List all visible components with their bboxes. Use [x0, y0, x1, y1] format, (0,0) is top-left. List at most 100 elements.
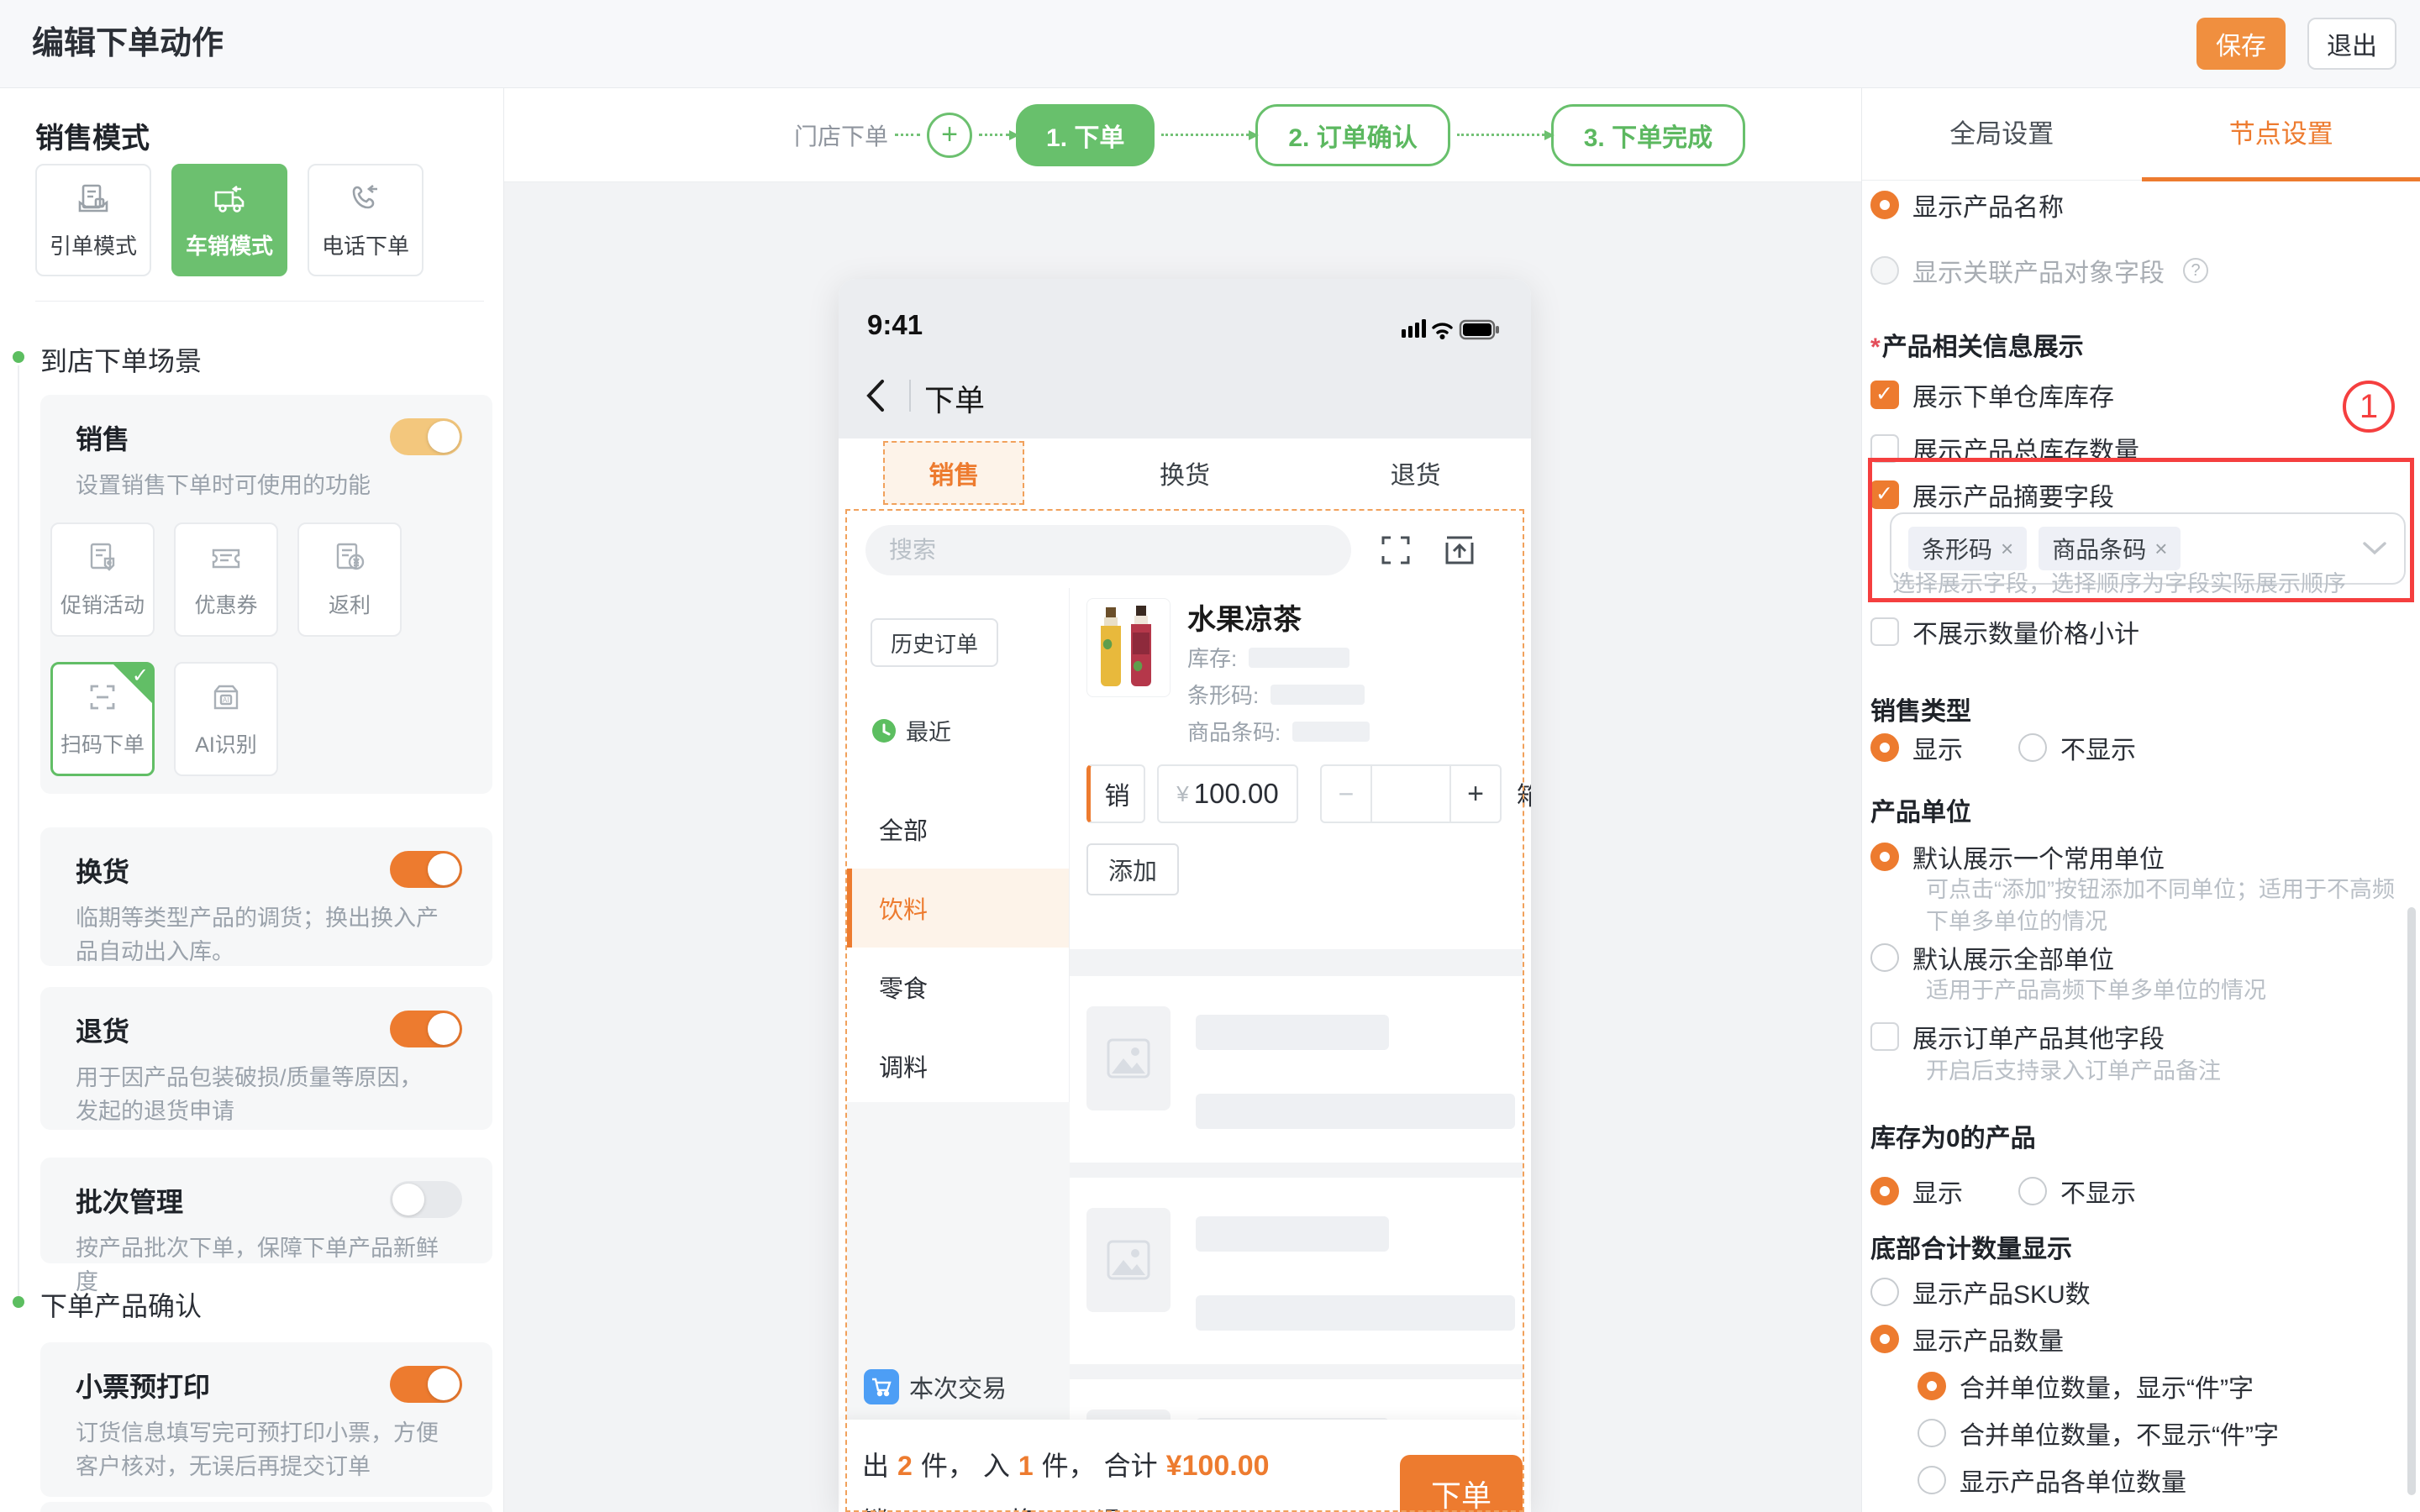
tab-exchange[interactable]: 换货 — [1070, 454, 1301, 491]
radio-unselected[interactable] — [1918, 1419, 1946, 1447]
radio-show-selected[interactable] — [1870, 733, 1899, 762]
radio-show-product-name[interactable]: 显示产品名称 — [1870, 186, 2064, 223]
recent-item[interactable]: 最近 — [871, 714, 951, 747]
panel-scrollbar-thumb[interactable] — [2407, 907, 2416, 1495]
tab-global-settings[interactable]: 全局设置 — [1862, 88, 2142, 180]
mode-phone-order-button[interactable]: 电话下单 — [308, 164, 424, 276]
receipt-toggle[interactable] — [390, 1366, 462, 1403]
checkbox-checked[interactable] — [1870, 480, 1899, 509]
quantity-input[interactable] — [1372, 764, 1449, 823]
settings-panel: 全局设置 节点设置 显示产品名称 显示关联产品对象字段 ? *产品相关信息展示 … — [1861, 88, 2420, 1512]
back-chevron-icon[interactable] — [864, 378, 886, 413]
search-input[interactable] — [865, 525, 1351, 575]
category-snacks[interactable]: 零食 — [847, 948, 1069, 1026]
feature-label: AI识别 — [195, 728, 257, 759]
currency-symbol: ¥ — [1176, 781, 1188, 807]
radio-disabled[interactable] — [1870, 256, 1899, 285]
radio-product-quantity[interactable]: 显示产品数量 — [1870, 1320, 2064, 1357]
radio-unselected[interactable] — [1870, 943, 1899, 972]
return-toggle[interactable] — [390, 1011, 462, 1047]
category-all[interactable]: 全部 — [847, 790, 1069, 869]
product-info-section-title: *产品相关信息展示 — [1870, 326, 2084, 363]
feature-promotion[interactable]: 促销活动 — [50, 522, 155, 637]
sale-toggle[interactable] — [390, 418, 462, 455]
checkbox-total-stock[interactable]: 展示产品总库存数量 — [1870, 430, 2139, 467]
flow-step-complete[interactable]: 3. 下单完成 — [1551, 104, 1745, 166]
radio-each-unit-quantity[interactable]: 显示产品各单位数量 — [1918, 1462, 2186, 1499]
add-unit-button[interactable]: 添加 — [1086, 843, 1179, 895]
exchange-desc: 临期等类型产品的调货；换出换入产品自动出入库。 — [76, 901, 450, 969]
text-placeholder — [1196, 1295, 1515, 1331]
radio-merge-hide-unit[interactable]: 合并单位数量，不显示“件”字 — [1918, 1415, 2279, 1452]
checkbox-unchecked[interactable] — [1870, 434, 1899, 463]
flow-dotted-arrow — [979, 134, 1009, 136]
tag-remove-icon[interactable]: × — [2001, 536, 2013, 562]
radio-unselected[interactable] — [1870, 1278, 1899, 1306]
checkbox-no-subtotal[interactable]: 不展示数量价格小计 — [1870, 613, 2139, 650]
quantity-stepper: − + — [1320, 764, 1502, 823]
status-time: 9:41 — [867, 309, 923, 341]
exit-button[interactable]: 退出 — [2307, 18, 2396, 70]
mode-lead-order-button[interactable]: 引单模式 — [35, 164, 151, 276]
tab-sale[interactable]: 销售 — [839, 441, 1070, 505]
radio-selected[interactable] — [1870, 843, 1899, 871]
radio-merge-show-unit[interactable]: 合并单位数量，显示“件”字 — [1918, 1368, 2254, 1404]
radio-show-related-field[interactable]: 显示关联产品对象字段 ? — [1870, 252, 2208, 289]
scan-barcode-icon[interactable] — [1376, 531, 1415, 570]
checkbox-other-fields[interactable]: 展示订单产品其他字段 — [1870, 1018, 2165, 1055]
radio-sku-count[interactable]: 显示产品SKU数 — [1870, 1273, 2091, 1310]
tag-product-code[interactable]: 商品条码× — [2039, 527, 2181, 570]
batch-toggle[interactable] — [390, 1181, 462, 1218]
help-icon[interactable]: ? — [2183, 258, 2208, 283]
radio-default-one-unit[interactable]: 默认展示一个常用单位 — [1870, 838, 2165, 875]
phone-preview: 9:41 下单 销售 换货 退货 历史订单 — [839, 279, 1531, 1512]
upload-icon[interactable] — [1440, 531, 1479, 570]
checkbox-checked[interactable] — [1870, 381, 1899, 409]
radio-all-units[interactable]: 默认展示全部单位 — [1870, 939, 2114, 976]
category-drinks[interactable]: 饮料 — [847, 869, 1069, 948]
radio-selected[interactable] — [1870, 191, 1899, 219]
current-transaction[interactable]: 本次交易 — [864, 1369, 1007, 1404]
rebate-icon — [332, 540, 367, 575]
feature-ai-recognition[interactable]: AI AI识别 — [174, 662, 278, 776]
radio-selected[interactable] — [1918, 1372, 1946, 1400]
category-column: 历史订单 最近 全部 饮料 零食 调料 本次交易 — [847, 588, 1070, 1512]
radio-unselected[interactable] — [1918, 1466, 1946, 1494]
tag-remove-icon[interactable]: × — [2154, 536, 2167, 562]
checkbox-unchecked[interactable] — [1870, 617, 1899, 646]
exchange-toggle[interactable] — [390, 851, 462, 888]
radio-hide[interactable] — [2018, 1177, 2047, 1205]
checkbox-summary-fields[interactable]: 展示产品摘要字段 — [1870, 476, 2114, 513]
radio-show-selected[interactable] — [1870, 1177, 1899, 1205]
radio-hide[interactable] — [2018, 733, 2047, 762]
tab-return[interactable]: 退货 — [1300, 454, 1531, 491]
add-step-button[interactable]: + — [927, 113, 972, 158]
feature-rebate[interactable]: 返利 — [297, 522, 402, 637]
price-input[interactable]: ¥ 100.00 — [1157, 764, 1298, 823]
flow-step-order[interactable]: 1. 下单 — [1016, 104, 1155, 166]
feature-coupon[interactable]: 优惠券 — [174, 522, 278, 637]
checkbox-unchecked[interactable] — [1870, 1022, 1899, 1051]
flow-step-confirm[interactable]: 2. 订单确认 — [1255, 104, 1449, 166]
tag-barcode[interactable]: 条形码× — [1908, 527, 2027, 570]
checkbox-order-warehouse-stock[interactable]: 展示下单仓库库存 — [1870, 376, 2114, 413]
place-order-button[interactable]: 下单 — [1400, 1455, 1523, 1512]
sales-type-section-title: 销售类型 — [1870, 690, 1971, 727]
radio-selected[interactable] — [1870, 1325, 1899, 1353]
history-orders-button[interactable]: 历史订单 — [871, 618, 998, 667]
feature-scan-order[interactable]: 扫码下单 — [50, 662, 155, 776]
plus-button[interactable]: + — [1449, 764, 1502, 823]
save-button[interactable]: 保存 — [2196, 18, 2286, 70]
minus-button[interactable]: − — [1320, 764, 1372, 823]
barcode-field: 条形码: — [1187, 679, 1365, 710]
category-seasoning[interactable]: 调料 — [847, 1026, 1069, 1105]
unit-dropdown[interactable]: 箱 ▼ — [1517, 775, 1531, 812]
product-card: 水果凉茶 库存: 条形码: 商品条码: 销 ¥ 100.00 − + — [1070, 588, 1523, 949]
tab-node-settings[interactable]: 节点设置 — [2142, 88, 2420, 180]
return-desc: 用于因产品包装破损/质量等原因， 发起的退货申请 — [76, 1061, 450, 1128]
promotion-icon — [85, 540, 120, 575]
select-helper-text: 选择展示字段，选择顺序为字段实际展示顺序 — [1892, 568, 2367, 600]
mode-vehicle-sales-button[interactable]: 车销模式 — [171, 164, 287, 276]
feature-label: 促销活动 — [60, 589, 145, 619]
status-icons — [1402, 312, 1509, 346]
